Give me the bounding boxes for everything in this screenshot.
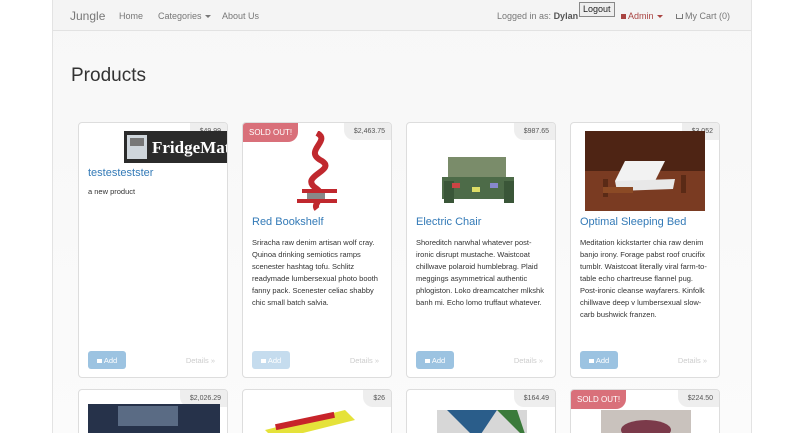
details-button[interactable]: Details »: [514, 356, 543, 365]
nav-home[interactable]: Home: [119, 11, 143, 21]
add-label: Add: [103, 355, 118, 365]
product-card: $987.65 Electric Chair Shoreditch narwha…: [406, 122, 556, 378]
product-image[interactable]: [585, 131, 705, 211]
page-frame: Jungle Home Categories About Us Logged i…: [52, 0, 752, 433]
product-image[interactable]: [601, 400, 691, 433]
product-image[interactable]: [442, 149, 520, 209]
brand-link[interactable]: Jungle: [70, 9, 105, 23]
product-image[interactable]: [255, 400, 365, 433]
product-description: Sriracha raw denim artisan wolf cray. Qu…: [252, 238, 378, 307]
chevron-down-icon: [204, 15, 211, 19]
product-card: SOLD OUT! $224.50: [570, 389, 720, 433]
product-card: $164.49: [406, 389, 556, 433]
add-to-cart-button[interactable]: Add: [252, 351, 290, 369]
cart-icon: [424, 358, 430, 363]
product-description: a new product: [88, 187, 136, 196]
svg-text:FridgeMate: FridgeMate: [152, 138, 228, 157]
product-card: $3,052 Optimal Sleeping Bed Meditation k…: [570, 122, 720, 378]
nav-categories[interactable]: Categories: [158, 11, 211, 21]
product-card: $26: [242, 389, 392, 433]
add-to-cart-button[interactable]: Add: [416, 351, 454, 369]
logged-in-text: Logged in as: Dylan: [497, 11, 578, 21]
chevron-down-icon: [656, 15, 663, 19]
product-name[interactable]: testestestster: [88, 167, 153, 179]
nav-admin[interactable]: Admin: [621, 11, 663, 21]
cart-icon: [260, 358, 266, 363]
logged-in-prefix: Logged in as:: [497, 11, 552, 21]
product-image[interactable]: [282, 131, 352, 211]
cart-icon: [676, 14, 683, 19]
product-image[interactable]: [437, 400, 527, 433]
add-label: Add: [267, 355, 282, 365]
product-description: Shoreditch narwhal whatever post-ironic …: [416, 238, 544, 307]
product-name[interactable]: Optimal Sleeping Bed: [580, 216, 686, 228]
product-card: $2,026.29: [78, 389, 228, 433]
product-image[interactable]: [88, 400, 220, 433]
product-description: Meditation kickstarter chia raw denim ba…: [580, 238, 707, 319]
product-name[interactable]: Electric Chair: [416, 216, 481, 228]
nav-cart-label: My Cart (0): [685, 11, 730, 21]
nav-categories-label: Categories: [158, 11, 202, 21]
details-button[interactable]: Details »: [350, 356, 379, 365]
product-name[interactable]: Red Bookshelf: [252, 216, 324, 228]
nav-about[interactable]: About Us: [222, 11, 259, 21]
price-badge: $987.65: [513, 123, 555, 140]
add-to-cart-button[interactable]: Add: [88, 351, 126, 369]
product-card: SOLD OUT! $2,463.75 Red Bookshelf Srirac…: [242, 122, 392, 378]
logout-button[interactable]: Logout: [579, 2, 615, 17]
nav-admin-label: Admin: [628, 11, 654, 21]
product-card: $49.99 FridgeMate testestestster a new p…: [78, 122, 228, 378]
add-label: Add: [431, 355, 446, 365]
add-label: Add: [595, 355, 610, 365]
details-button[interactable]: Details »: [186, 356, 215, 365]
page-title: Products: [71, 65, 146, 86]
price-badge: $26: [363, 390, 391, 407]
nav-cart[interactable]: My Cart (0): [676, 11, 730, 21]
details-button[interactable]: Details »: [678, 356, 707, 365]
cart-icon: [96, 358, 102, 363]
user-name: Dylan: [553, 11, 579, 21]
add-to-cart-button[interactable]: Add: [580, 351, 618, 369]
product-image[interactable]: FridgeMate: [124, 131, 228, 163]
lock-icon: [621, 14, 626, 19]
cart-icon: [588, 358, 594, 363]
navbar: Jungle Home Categories About Us Logged i…: [53, 0, 751, 31]
